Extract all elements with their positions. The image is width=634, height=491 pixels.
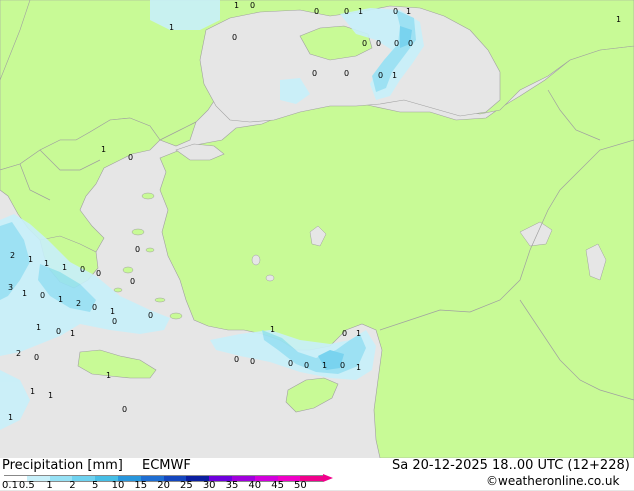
map-value: 0 — [340, 361, 345, 370]
footer-datetime: Sa 20-12-2025 18..00 UTC (12+228) — [392, 458, 630, 473]
map-value: 1 — [58, 295, 63, 304]
map-value: 0 — [135, 245, 140, 254]
map-value: 1 — [358, 7, 363, 16]
map-value: 1 — [406, 7, 411, 16]
map-value: 0 — [128, 153, 133, 162]
colorbar-label: 0.1 — [2, 480, 18, 491]
colorbar-arrow — [323, 474, 334, 482]
map-value: 0 — [234, 355, 239, 364]
map-value: 1 — [356, 329, 361, 338]
footer-title: Precipitation [mm] — [2, 458, 123, 473]
map-value: 1 — [70, 329, 75, 338]
map-value: 0 — [408, 39, 413, 48]
map-value: 1 — [234, 1, 239, 10]
colorbar-label: 35 — [225, 480, 239, 491]
map-value: 0 — [378, 71, 383, 80]
colorbar-label: 40 — [248, 480, 262, 491]
map-value: 1 — [28, 255, 33, 264]
map-value: 2 — [16, 349, 21, 358]
colorbar-label: 10 — [111, 480, 125, 491]
map-value: 0 — [250, 357, 255, 366]
footer-model: ECMWF — [142, 458, 191, 473]
map-value: 0 — [112, 317, 117, 326]
map-value: 1 — [101, 145, 106, 154]
map-value: 1 — [44, 259, 49, 268]
map-value: 0 — [376, 39, 381, 48]
map-value: 1 — [616, 15, 621, 24]
colorbar-label: 5 — [92, 480, 99, 491]
map-value: 2 — [10, 251, 15, 260]
map-value: 0 — [394, 39, 399, 48]
colorbar-label: 1 — [46, 480, 53, 491]
map-value: 0 — [393, 7, 398, 16]
map-value: 0 — [250, 1, 255, 10]
map-value: 0 — [80, 265, 85, 274]
map-value: 0 — [122, 405, 127, 414]
map-value: 1 — [62, 263, 67, 272]
map-value: 1 — [110, 307, 115, 316]
colorbar-label: 50 — [294, 480, 307, 491]
footer-credit: ©weatheronline.co.uk — [486, 474, 620, 488]
map-value: 2 — [76, 299, 81, 308]
footer-bar: Precipitation [mm] ECMWF Sa 20-12-2025 1… — [0, 458, 634, 491]
map-value: 0 — [232, 33, 237, 42]
colorbar-label: 15 — [134, 480, 148, 491]
map-value: 1 — [169, 23, 174, 32]
map-value: 0 — [56, 327, 61, 336]
map-value: 0 — [96, 269, 101, 278]
map-value: 0 — [130, 277, 135, 286]
map-value: 0 — [148, 311, 153, 320]
map-value: 0 — [314, 7, 319, 16]
map-value: 1 — [48, 391, 53, 400]
colorbar-label: 25 — [180, 480, 193, 491]
colorbar-label: 45 — [271, 480, 284, 491]
map-value: 0 — [312, 69, 317, 78]
map-value: 0 — [342, 329, 347, 338]
map-value: 1 — [106, 371, 111, 380]
map-value: 1 — [36, 323, 41, 332]
map-value: 0 — [34, 353, 39, 362]
colorbar-label: 2 — [69, 480, 76, 491]
precipitation-map: 1 00 0 1 0 11010 0 0 00 0 0 11002 1 1 1 031 0 102 0 1001 0 10… — [0, 0, 634, 458]
colorbar-label: 0.5 — [18, 480, 35, 491]
map-value: 0 — [344, 7, 349, 16]
map-value: 0 — [304, 361, 309, 370]
map-value: 0 — [288, 359, 293, 368]
colorbar-label: 30 — [202, 480, 216, 491]
map-value: 0 — [92, 303, 97, 312]
map-value: 1 — [392, 71, 397, 80]
map-value: 3 — [8, 283, 13, 292]
map-value: 1 — [30, 387, 35, 396]
map-value: 1 — [8, 413, 13, 422]
map-value: 1 — [270, 325, 275, 334]
map-value: 0 — [40, 291, 45, 300]
map-value: 0 — [344, 69, 349, 78]
map-value: 0 — [362, 39, 367, 48]
map-value: 1 — [356, 363, 361, 372]
colorbar-label: 20 — [157, 480, 170, 491]
map-value: 1 — [22, 289, 27, 298]
map-value: 1 — [322, 361, 327, 370]
